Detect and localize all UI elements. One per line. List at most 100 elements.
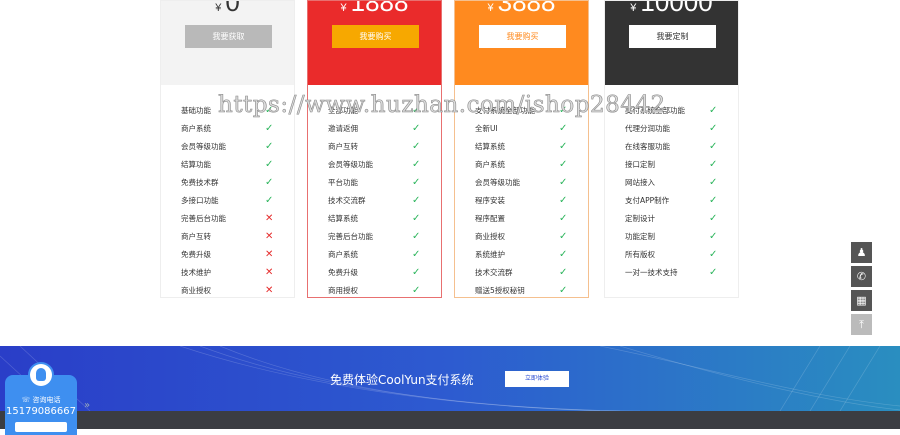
feature-label: 支付APP制作 [625, 195, 670, 205]
feature-label: 商户系统 [475, 159, 505, 169]
qq-icon[interactable]: ♟ [851, 242, 872, 263]
feature-item: 功能定制 ✓ [605, 227, 738, 245]
check-icon: ✓ [412, 122, 421, 134]
feature-label: 免费升级 [181, 249, 211, 259]
qrcode-icon[interactable]: ▦ [851, 290, 872, 311]
feature-label: 定制设计 [625, 213, 655, 223]
check-icon: ✓ [709, 230, 718, 242]
feature-item: 系统维护 ✓ [455, 245, 588, 263]
feature-item: 结算系统 ✓ [455, 137, 588, 155]
feature-item: 技术交流群 ✓ [308, 191, 441, 209]
check-icon: ✓ [412, 212, 421, 224]
feature-item: 技术维护 ✕ [161, 263, 294, 281]
feature-label: 平台功能 [328, 177, 358, 187]
feature-list: 支付系统全部功能 ✓ 全新UI ✓ 结算系统 ✓ 商户系统 ✓ 会员等级功能 ✓ 程序安装 ✓ 程序配置… [455, 85, 588, 299]
expand-arrows-icon[interactable]: » [84, 400, 90, 411]
feature-item: 网站接入 ✓ [605, 173, 738, 191]
feature-item: 结算系统 ✓ [308, 209, 441, 227]
banner-title: 免费体验CoolYun支付系统 [330, 373, 474, 387]
feature-item: 支付APP制作 ✓ [605, 191, 738, 209]
check-icon: ✓ [559, 284, 568, 296]
feature-label: 技术交流群 [475, 267, 513, 277]
contact-phone: 15179086667 [6, 406, 76, 417]
check-icon: ✓ [559, 140, 568, 152]
check-icon: ✓ [709, 140, 718, 152]
feature-item: 在线客服功能 ✓ [605, 137, 738, 155]
feature-label: 会员等级功能 [475, 177, 520, 187]
plan-button[interactable]: 我要获取 [185, 25, 272, 48]
plan-button[interactable]: 我要定制 [629, 25, 716, 48]
feature-label: 会员等级功能 [328, 159, 373, 169]
feature-item: 全新UI ✓ [455, 119, 588, 137]
pricing-card: ¥1888 我要购买 全部功能 ✓ 邀请返佣 ✓ 商户互转 ✓ 会员等级功能 ✓ 平台功能 ✓ 技术交… [307, 0, 442, 298]
currency-symbol: ¥ [630, 2, 637, 14]
contact-label-text: 咨询电话 [32, 396, 61, 404]
cross-icon: ✕ [265, 230, 274, 242]
check-icon: ✓ [412, 248, 421, 260]
feature-item: 免费升级 ✓ [308, 263, 441, 281]
feature-item: 免费技术群 ✓ [161, 173, 294, 191]
price-value: 3888 [497, 1, 556, 17]
feature-list: 全部功能 ✓ 邀请返佣 ✓ 商户互转 ✓ 会员等级功能 ✓ 平台功能 ✓ 技术交流群 ✓ 结算系统 ✓ 完善… [308, 85, 441, 299]
check-icon: ✓ [559, 266, 568, 278]
back-to-top-icon[interactable]: ⤒ [851, 314, 872, 335]
feature-label: 网站接入 [625, 177, 655, 187]
footer-bar [0, 411, 900, 429]
price-value: 0 [225, 1, 240, 17]
feature-item: 会员等级功能 ✓ [455, 173, 588, 191]
feature-list: 支付系统全部功能 ✓ 代理分润功能 ✓ 在线客服功能 ✓ 接口定制 ✓ 网站接入 ✓ 支付APP制作… [605, 85, 738, 281]
check-icon: ✓ [559, 176, 568, 188]
card-header: ¥10000 我要定制 [605, 1, 738, 85]
feature-item: 多接口功能 ✓ [161, 191, 294, 209]
check-icon: ✓ [709, 122, 718, 134]
feature-label: 结算系统 [328, 213, 358, 223]
check-icon: ✓ [412, 158, 421, 170]
cross-icon: ✕ [265, 248, 274, 260]
plan-button[interactable]: 我要购买 [332, 25, 419, 48]
feature-label: 商业授权 [181, 285, 211, 295]
price: ¥3888 [455, 1, 588, 18]
check-icon: ✓ [709, 194, 718, 206]
feature-label: 代理分润功能 [625, 123, 670, 133]
try-now-button[interactable]: 立即体验 [505, 371, 569, 387]
feature-item: 平台功能 ✓ [308, 173, 441, 191]
qq-consult-button[interactable] [15, 422, 67, 432]
feature-item: 一对一技术支持 ✓ [605, 263, 738, 281]
feature-label: 程序安装 [475, 195, 505, 205]
feature-label: 系统维护 [475, 249, 505, 259]
feature-item: 商户互转 ✓ [308, 137, 441, 155]
feature-item: 商用授权 ✓ [308, 281, 441, 299]
feature-label: 技术交流群 [328, 195, 366, 205]
cross-icon: ✕ [265, 284, 274, 296]
check-icon: ✓ [709, 176, 718, 188]
feature-item: 所有版权 ✓ [605, 245, 738, 263]
feature-label: 支付系统全部功能 [475, 105, 535, 115]
check-icon: ✓ [709, 212, 718, 224]
check-icon: ✓ [709, 158, 718, 170]
feature-item: 商户系统 ✓ [161, 119, 294, 137]
feature-label: 商户系统 [328, 249, 358, 259]
price: ¥1888 [308, 1, 441, 18]
feature-item: 完善后台功能 ✕ [161, 209, 294, 227]
check-icon: ✓ [709, 104, 718, 116]
check-icon: ✓ [559, 194, 568, 206]
feature-item: 商户互转 ✕ [161, 227, 294, 245]
feature-label: 基础功能 [181, 105, 211, 115]
feature-label: 会员等级功能 [181, 141, 226, 151]
feature-item: 全部功能 ✓ [308, 101, 441, 119]
check-icon: ✓ [412, 266, 421, 278]
check-icon: ✓ [265, 122, 274, 134]
check-icon: ✓ [559, 158, 568, 170]
plan-button[interactable]: 我要购买 [479, 25, 566, 48]
feature-item: 商业授权 ✕ [161, 281, 294, 299]
check-icon: ✓ [265, 158, 274, 170]
feature-item: 程序配置 ✓ [455, 209, 588, 227]
feature-label: 全新UI [475, 123, 498, 133]
check-icon: ✓ [559, 104, 568, 116]
phone-icon[interactable]: ✆ [851, 266, 872, 287]
feature-label: 商户互转 [328, 141, 358, 151]
pricing-card: ¥0 我要获取 基础功能 ✓ 商户系统 ✓ 会员等级功能 ✓ 结算功能 ✓ 免费技术群 ✓ 多接口功能… [160, 0, 295, 298]
qq-avatar-icon[interactable] [28, 362, 54, 388]
feature-item: 结算功能 ✓ [161, 155, 294, 173]
check-icon: ✓ [412, 176, 421, 188]
